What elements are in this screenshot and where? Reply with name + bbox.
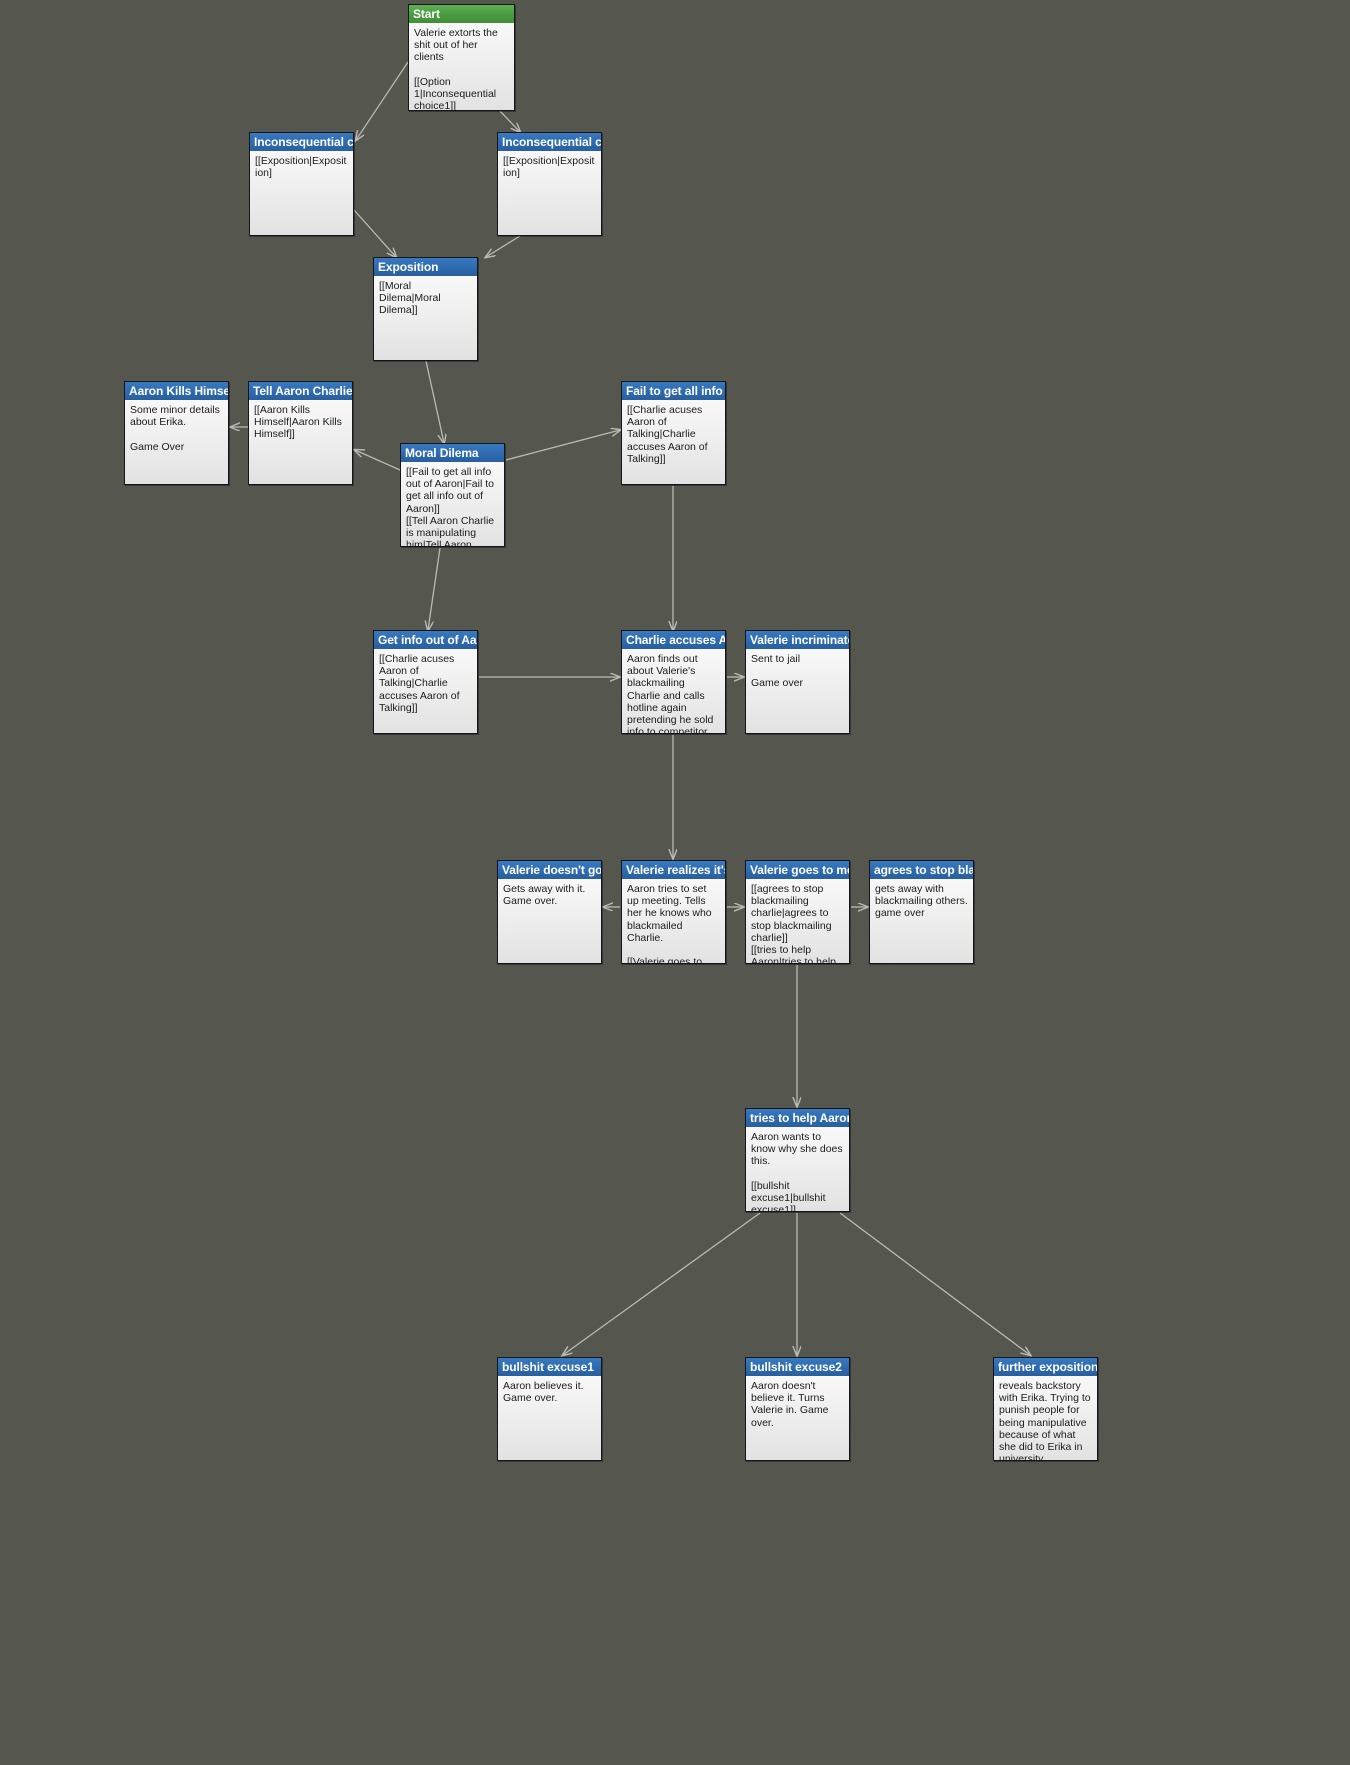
passage-title: further exposition (994, 1358, 1097, 1376)
story-map-canvas[interactable]: Start Valerie extorts the shit out of her… (0, 0, 1350, 1765)
passage-node-bullshit-excuse2[interactable]: bullshit excuse2 Aaron doesn't believe it… (745, 1357, 850, 1461)
passage-node-exposition[interactable]: Exposition [[Moral Dilema|Moral Dilema]] (373, 257, 478, 361)
passage-node-further-exposition[interactable]: further exposition reveals backstory with… (993, 1357, 1098, 1461)
passage-title: Moral Dilema (401, 444, 504, 462)
passage-node-aaron-kills-himself[interactable]: Aaron Kills Himself Some minor details ab… (124, 381, 229, 485)
passage-body: Some minor details about Erika. Game Ove… (130, 404, 220, 453)
passage-body: [[Exposition|Exposition] (255, 155, 347, 180)
passage-body: [[Charlie acuses Aaron of Talking|Charli… (627, 404, 711, 465)
passage-body: [[Charlie acuses Aaron of Talking|Charli… (379, 653, 463, 714)
passage-title: Valerie incriminates (746, 631, 849, 649)
passage-node-valerie-doesnt-go-to[interactable]: Valerie doesn't go t Gets away with it. G… (497, 860, 602, 964)
passage-body: Aaron wants to know why she does this. [… (751, 1131, 843, 1212)
passage-title: Start (409, 5, 514, 23)
passage-title: agrees to stop blacl (870, 861, 973, 879)
passage-node-tell-aaron-charlie-is[interactable]: Tell Aaron Charlie is [[Aaron Kills Himse… (248, 381, 353, 485)
passage-title: Valerie goes to mee (746, 861, 849, 879)
passage-body: gets away with blackmailing others. game… (875, 883, 971, 920)
story-edge (563, 1212, 761, 1355)
passage-body: Aaron believes it. Game over. (503, 1380, 587, 1405)
passage-node-bullshit-excuse1[interactable]: bullshit excuse1 Aaron believes it. Game … (497, 1357, 602, 1461)
passage-title: Aaron Kills Himself (125, 382, 228, 400)
passage-node-inconsequential-choice-left[interactable]: Inconsequential cho [[Exposition|Expositi… (249, 132, 354, 236)
passage-body: [[Fail to get all info out of Aaron|Fail… (406, 466, 495, 547)
passage-title: Fail to get all info ou (622, 382, 725, 400)
passage-body: [[Aaron Kills Himself|Aaron Kills Himsel… (254, 404, 345, 441)
passage-body: [[Moral Dilema|Moral Dilema]] (379, 280, 444, 317)
passage-node-valerie-realizes-its[interactable]: Valerie realizes it's Aaron tries to set … (621, 860, 726, 964)
passage-body: [[Exposition|Exposition] (503, 155, 595, 180)
passage-body: [[agrees to stop blackmailing charlie|ag… (751, 883, 837, 964)
passage-title: Exposition (374, 258, 477, 276)
passage-title: bullshit excuse1 (498, 1358, 601, 1376)
story-edge (499, 110, 520, 132)
passage-title: Inconsequential cho (250, 133, 353, 151)
story-edge (839, 1212, 1030, 1355)
passage-body: Aaron finds out about Valerie's blackmai… (627, 653, 714, 734)
passage-node-get-info-out-of-aaron[interactable]: Get info out of Aaror [[Charlie acuses Aa… (373, 630, 478, 734)
passage-node-start[interactable]: Start Valerie extorts the shit out of her… (408, 4, 515, 111)
story-edge (353, 209, 396, 257)
passage-body: Gets away with it. Game over. (503, 883, 586, 908)
passage-body: Sent to jail Game over (751, 653, 803, 690)
passage-title: Inconsequential cho (498, 133, 601, 151)
passage-title: Valerie realizes it's (622, 861, 725, 879)
passage-node-inconsequential-choice-right[interactable]: Inconsequential cho [[Exposition|Expositi… (497, 132, 602, 236)
passage-node-moral-dilema[interactable]: Moral Dilema [[Fail to get all info out o… (400, 443, 505, 547)
passage-node-agrees-to-stop-blackmailing[interactable]: agrees to stop blacl gets away with black… (869, 860, 974, 964)
passage-node-tries-to-help-aaron[interactable]: tries to help Aaron Aaron wants to know w… (745, 1108, 850, 1212)
story-edge (355, 450, 401, 471)
passage-title: Valerie doesn't go t (498, 861, 601, 879)
passage-node-charlie-accuses-aaron[interactable]: Charlie accuses Aa Aaron finds out about … (621, 630, 726, 734)
passage-body: reveals backstory with Erika. Trying to … (999, 1380, 1094, 1461)
passage-body: Aaron doesn't believe it. Turns Valerie … (751, 1380, 832, 1429)
passage-body: Valerie extorts the shit out of her clie… (414, 27, 498, 111)
passage-title: tries to help Aaron (746, 1109, 849, 1127)
story-edge (425, 360, 444, 443)
passage-node-fail-to-get-all-info-out[interactable]: Fail to get all info ou [[Charlie acuses … (621, 381, 726, 485)
passage-node-valerie-incriminates[interactable]: Valerie incriminates Sent to jail Game ov… (745, 630, 850, 734)
story-edge (356, 61, 409, 140)
story-edge (505, 430, 620, 461)
passage-title: Charlie accuses Aa (622, 631, 725, 649)
passage-title: Get info out of Aaror (374, 631, 477, 649)
story-edge (486, 235, 521, 257)
story-edge (428, 547, 441, 630)
passage-title: bullshit excuse2 (746, 1358, 849, 1376)
passage-title: Tell Aaron Charlie is (249, 382, 352, 400)
passage-body: Aaron tries to set up meeting. Tells her… (627, 883, 712, 964)
passage-node-valerie-goes-to-meeting[interactable]: Valerie goes to mee [[agrees to stop blac… (745, 860, 850, 964)
